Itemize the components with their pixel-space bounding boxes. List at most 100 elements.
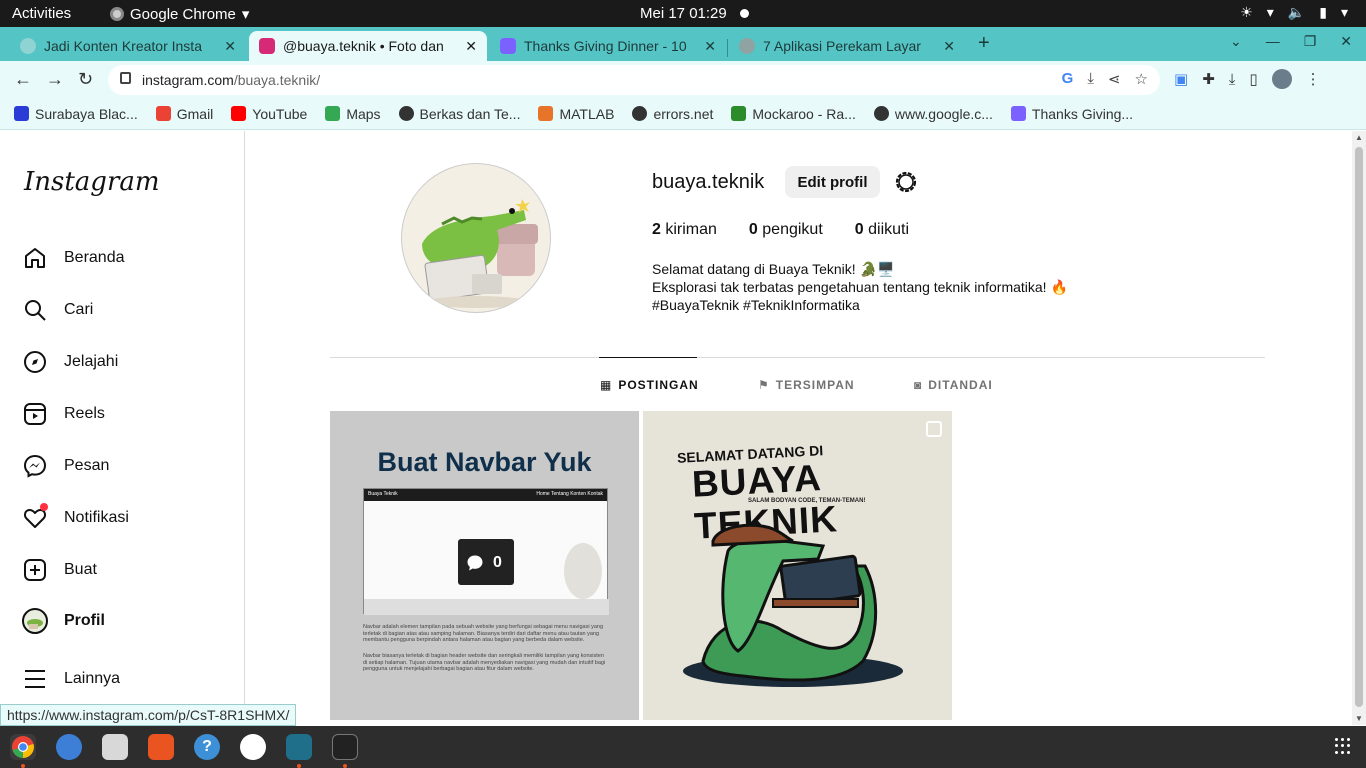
tab-strip: Jadi Konten Kreator Insta ✕ @buaya.tekni… (0, 27, 1366, 61)
close-icon[interactable]: ✕ (465, 38, 477, 55)
close-icon[interactable]: ✕ (704, 38, 716, 55)
browser-tab-active[interactable]: @buaya.teknik • Foto dan ✕ (249, 31, 487, 61)
software-center-dock-icon[interactable] (148, 734, 174, 760)
show-applications-icon[interactable] (1335, 738, 1351, 754)
close-icon[interactable]: ✕ (943, 38, 955, 55)
new-tab-button[interactable]: + (978, 32, 990, 55)
nav-label: Jelajahi (64, 353, 119, 370)
nav-item-profil[interactable]: Profil (22, 608, 105, 634)
bookmark-item[interactable]: Maps (325, 106, 381, 122)
whatsapp-dock-icon[interactable] (240, 734, 266, 760)
activities-button[interactable]: Activities (12, 5, 71, 22)
thunderbird-dock-icon[interactable] (56, 734, 82, 760)
bookmark-item[interactable]: MATLAB (538, 106, 614, 122)
tab-search-icon[interactable]: ⌄ (1230, 33, 1242, 50)
tab-tersimpan[interactable]: ⚑ TERSIMPAN (758, 378, 855, 392)
browser-tab[interactable]: 7 Aplikasi Perekam Layar ✕ (729, 31, 965, 61)
post-tile-navbar[interactable]: Buat Navbar Yuk Buaya Teknik Home Tentan… (330, 411, 639, 720)
bookmark-item[interactable]: Surabaya Blac... (14, 106, 138, 122)
scroll-down-icon[interactable]: ▼ (1355, 714, 1363, 723)
bookmark-item[interactable]: Berkas dan Te... (398, 106, 520, 122)
close-icon[interactable]: ✕ (224, 38, 236, 55)
share-icon[interactable]: ⋖ (1108, 70, 1121, 88)
forward-button[interactable]: → (46, 69, 64, 90)
chrome-profile-avatar[interactable] (1271, 69, 1292, 89)
maximize-icon[interactable]: ❐ (1304, 33, 1317, 50)
mockaroo-icon (731, 106, 747, 121)
browser-tab[interactable]: Thanks Giving Dinner - 10 ✕ (490, 31, 726, 61)
nav-item-notifikasi[interactable]: Notifikasi (22, 503, 129, 531)
bookmark-item[interactable]: errors.net (632, 106, 713, 122)
posts-stat: 2 kiriman (652, 221, 717, 239)
more-menu-icon[interactable]: ⋮ (1306, 70, 1321, 88)
downloads-icon[interactable]: ⤓ (1229, 71, 1236, 88)
brightness-icon: ☀ (1240, 4, 1253, 20)
grid-icon: ▦ (600, 378, 613, 392)
edit-profile-button[interactable]: Edit profil (785, 166, 880, 198)
nav-label: Beranda (64, 249, 125, 266)
bookmark-item[interactable]: www.google.c... (873, 106, 993, 122)
system-tray[interactable]: ☀ ▾ 🔈 ▮ ▾ (1240, 4, 1348, 21)
install-app-icon[interactable]: ⤓ (1087, 70, 1094, 88)
clock[interactable]: Mei 17 01:29 (640, 5, 727, 22)
minimize-icon[interactable]: — (1266, 33, 1280, 50)
nav-item-pesan[interactable]: Pesan (22, 453, 109, 479)
nav-item-cari[interactable]: Cari (22, 297, 93, 323)
settings-gear-icon[interactable] (894, 170, 918, 199)
nav-item-beranda[interactable]: Beranda (22, 245, 125, 271)
bio-hashtags[interactable]: #BuayaTeknik #TeknikInformatika (652, 296, 1068, 314)
app-menu[interactable]: Google Chrome ▾ (110, 5, 249, 23)
code-editor-dock-icon[interactable] (286, 734, 312, 760)
chevron-down-icon: ▾ (241, 6, 250, 23)
google-lens-icon[interactable]: G (1062, 70, 1074, 88)
menu-icon (22, 666, 48, 692)
profile-avatar[interactable] (401, 163, 551, 313)
following-stat[interactable]: 0 diikuti (855, 221, 909, 239)
bookmarks-bar: Surabaya Blac... Gmail YouTube Maps Berk… (0, 98, 1366, 130)
link-hover-status: https://www.instagram.com/p/CsT-8R1SHMX/ (0, 704, 297, 726)
address-url[interactable]: instagram.com/buaya.teknik/ (142, 72, 320, 88)
page-scrollbar[interactable]: ▲ ▼ (1352, 131, 1366, 725)
tab-ditandai[interactable]: ◙ DITANDAI (914, 378, 993, 392)
nav-item-jelajahi[interactable]: Jelajahi (22, 349, 118, 375)
instagram-logo[interactable]: Instagram (24, 167, 160, 197)
side-panel-icon[interactable]: ▯ (1249, 70, 1257, 88)
nav-item-lainnya[interactable]: Lainnya (22, 666, 120, 692)
bookmark-icon: ⚑ (758, 378, 770, 392)
crocodile-illustration (422, 199, 538, 308)
browser-tab[interactable]: Jadi Konten Kreator Insta ✕ (10, 31, 246, 61)
close-window-icon[interactable]: ✕ (1340, 33, 1352, 50)
files-dock-icon[interactable] (102, 734, 128, 760)
profile-username: buaya.teknik (652, 171, 765, 193)
bookmark-item[interactable]: Thanks Giving... (1010, 105, 1134, 122)
translate-icon[interactable]: ▣ (1174, 70, 1188, 88)
nav-item-buat[interactable]: Buat (22, 557, 97, 583)
home-icon (22, 245, 48, 271)
back-button[interactable]: ← (14, 69, 32, 90)
followers-stat[interactable]: 0 pengikut (749, 221, 823, 239)
nav-label: Pesan (64, 457, 110, 474)
terminal-dock-icon[interactable] (332, 734, 358, 760)
help-dock-icon[interactable]: ? (194, 734, 220, 760)
plus-square-icon (22, 557, 48, 583)
chrome-dock-icon[interactable] (10, 734, 36, 760)
bookmark-label: errors.net (653, 105, 714, 122)
window-controls: ⌄ — ❐ ✕ (1230, 33, 1352, 50)
instagram-favicon-icon (259, 38, 275, 54)
bookmark-item[interactable]: Gmail (155, 106, 213, 122)
bookmark-item[interactable]: YouTube (231, 106, 307, 122)
scroll-up-icon[interactable]: ▲ (1355, 133, 1363, 142)
chevron-down-icon: ▾ (1340, 4, 1348, 20)
reload-button[interactable]: ↻ (78, 69, 93, 90)
bookmark-label: Thanks Giving... (1031, 105, 1134, 122)
nav-item-reels[interactable]: Reels (22, 401, 105, 427)
lock-icon[interactable] (120, 72, 131, 84)
address-bar[interactable]: instagram.com/buaya.teknik/ G ⤓ ⋖ ☆ (108, 65, 1160, 95)
tab-postingan[interactable]: ▦ POSTINGAN (600, 378, 699, 392)
matlab-icon (538, 106, 554, 121)
bookmark-item[interactable]: Mockaroo - Ra... (731, 106, 856, 122)
extensions-puzzle-icon[interactable]: ✚ (1202, 70, 1215, 88)
bookmark-star-icon[interactable]: ☆ (1135, 70, 1148, 88)
scrollbar-thumb[interactable] (1355, 147, 1363, 707)
post-tile-welcome[interactable]: SELAMAT DATANG DI BUAYA TEKNIK SALAM BOD… (643, 411, 952, 720)
